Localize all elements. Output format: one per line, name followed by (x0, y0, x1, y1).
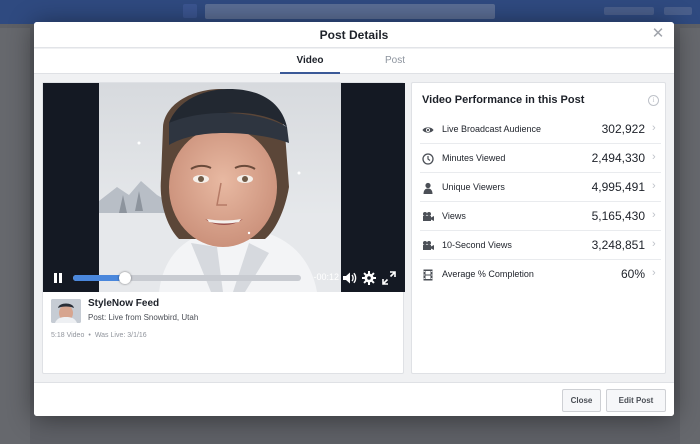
progress-handle[interactable] (119, 272, 132, 284)
volume-icon[interactable] (341, 270, 357, 286)
chevron-right-icon: › (652, 209, 656, 221)
edit-post-button[interactable]: Edit Post (606, 389, 666, 412)
chevron-right-icon: › (652, 180, 656, 192)
metric-label: Average % Completion (442, 269, 534, 279)
video-card: -00:12 StyleNow Feed Post: Live from Sno… (42, 82, 405, 374)
metric-label: Unique Viewers (442, 182, 505, 192)
metric-label: 10-Second Views (442, 240, 512, 250)
background-panel (0, 28, 30, 444)
close-button[interactable]: Close (562, 389, 601, 412)
time-remaining: -00:12 (313, 272, 339, 282)
metric-row-average-completion[interactable]: Average % Completion 60% › (420, 261, 661, 289)
eye-icon (422, 123, 434, 135)
metric-row-unique-viewers[interactable]: Unique Viewers 4,995,491 › (420, 174, 661, 202)
progress-fill (73, 275, 126, 281)
dialog-header: Post Details ✕ (34, 22, 674, 48)
metric-value: 4,995,491 (591, 180, 645, 194)
metric-value: 5,165,430 (591, 209, 645, 223)
metric-value: 3,248,851 (591, 238, 645, 252)
video-player[interactable]: -00:12 (43, 83, 405, 292)
video-controls: -00:12 (43, 266, 405, 292)
fullscreen-icon[interactable] (381, 270, 397, 286)
dialog-footer: Close Edit Post (34, 382, 674, 416)
gear-icon[interactable] (361, 270, 377, 286)
info-icon[interactable]: i (648, 95, 659, 106)
metric-label: Views (442, 211, 466, 221)
was-live-date: Was Live: 3/1/16 (94, 332, 147, 339)
metric-value: 60% (620, 267, 645, 281)
metric-value: 2,494,330 (591, 151, 645, 165)
film-icon (422, 268, 434, 281)
background-logo (183, 4, 197, 18)
video-camera-icon (422, 239, 434, 251)
metric-row-live-broadcast-audience[interactable]: Live Broadcast Audience 302,922 › (420, 116, 661, 144)
chevron-right-icon: › (652, 267, 656, 279)
meta-separator: • (88, 332, 91, 339)
chevron-right-icon: › (652, 122, 656, 134)
metric-row-views[interactable]: Views 5,165,430 › (420, 203, 661, 231)
clock-icon (422, 152, 434, 165)
video-duration: 5:18 Video (51, 332, 85, 339)
avatar[interactable] (51, 299, 81, 323)
chevron-right-icon: › (652, 238, 656, 250)
video-frame (99, 83, 341, 292)
performance-title: Video Performance in this Post (422, 94, 585, 106)
tab-post[interactable]: Post (365, 49, 425, 74)
dialog-title: Post Details (319, 28, 389, 42)
person-icon (422, 181, 434, 194)
background-search-bar (205, 4, 495, 19)
tab-video[interactable]: Video (280, 49, 340, 74)
metric-row-minutes-viewed[interactable]: Minutes Viewed 2,494,330 › (420, 145, 661, 173)
metric-row-10-second-views[interactable]: 10-Second Views 3,248,851 › (420, 232, 661, 260)
progress-bar[interactable] (73, 272, 301, 284)
page-name[interactable]: StyleNow Feed (88, 298, 159, 309)
background-panel (680, 28, 700, 444)
metric-label: Live Broadcast Audience (442, 124, 542, 134)
video-meta: 5:18 Video • Was Live: 3/1/16 (51, 332, 147, 339)
background-nav-link (664, 7, 692, 15)
metric-label: Minutes Viewed (442, 153, 506, 163)
close-icon[interactable]: ✕ (651, 26, 665, 42)
video-performance-card: Video Performance in this Post i Live Br… (411, 82, 666, 374)
pause-icon[interactable] (52, 271, 64, 285)
dialog-tabs: Video Post (34, 49, 674, 74)
post-details-dialog: Post Details ✕ Video Post -00:12 StyleNo… (34, 22, 674, 416)
background-nav-link (604, 7, 654, 15)
chevron-right-icon: › (652, 151, 656, 163)
post-description: Post: Live from Snowbird, Utah (88, 313, 199, 322)
video-camera-icon (422, 210, 434, 222)
metric-value: 302,922 (601, 122, 645, 136)
